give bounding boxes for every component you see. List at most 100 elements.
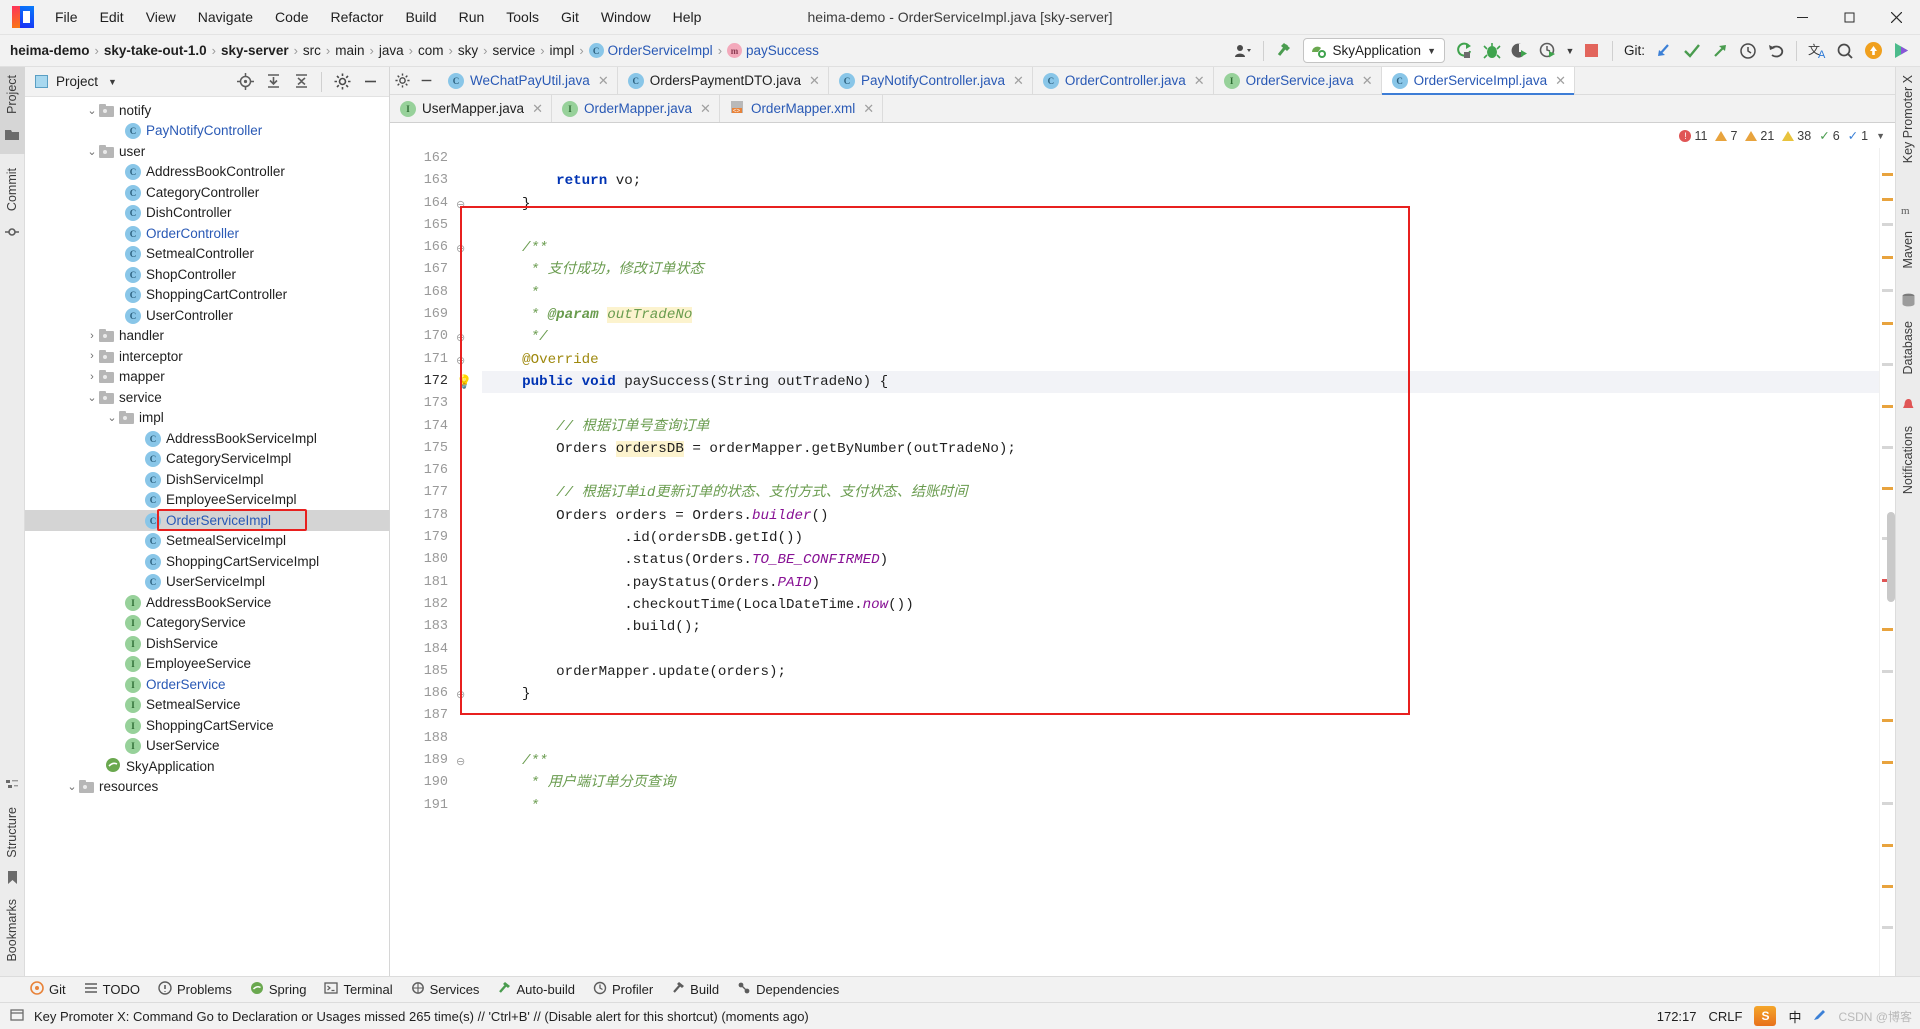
- code-line[interactable]: * 支付成功，修改订单状态: [482, 259, 1879, 281]
- code-editor[interactable]: 162 163 164 165 166 167 168 169 170 171 172 173 174 1…: [390, 148, 1895, 976]
- fold-marker-icon[interactable]: ⊖: [456, 243, 465, 255]
- tabs-gear-icon[interactable]: [390, 67, 414, 94]
- error-stripe-mark[interactable]: [1882, 669, 1893, 673]
- code-line[interactable]: orderMapper.update(orders);: [482, 661, 1879, 683]
- gutter-marker[interactable]: [456, 594, 482, 616]
- error-stripe-mark[interactable]: [1882, 222, 1893, 226]
- locate-icon[interactable]: [232, 70, 258, 94]
- code-line[interactable]: Orders orders = Orders.builder(): [482, 505, 1879, 527]
- tree-node-user[interactable]: ⌄ user: [25, 141, 389, 162]
- close-button[interactable]: [1873, 0, 1920, 34]
- chevron-right-icon[interactable]: ›: [85, 350, 99, 362]
- gear-icon[interactable]: [329, 70, 355, 94]
- menu-code[interactable]: Code: [264, 5, 319, 29]
- gutter-marker[interactable]: [456, 460, 482, 482]
- error-stripe-mark[interactable]: [1882, 446, 1893, 450]
- code-line[interactable]: [482, 215, 1879, 237]
- close-tab-icon[interactable]: ✕: [809, 73, 820, 89]
- gutter-marker[interactable]: [456, 705, 482, 727]
- project-tool-window[interactable]: Project ▼ ⌄ notify C PayNotifyController…: [25, 67, 390, 976]
- code-line[interactable]: public void paySuccess(String outTradeNo…: [482, 370, 1879, 394]
- code-line[interactable]: Orders ordersDB = orderMapper.getByNumbe…: [482, 438, 1879, 460]
- gutter-marker[interactable]: ⊖: [456, 683, 482, 705]
- editor-tab-usermapper-java[interactable]: I UserMapper.java ✕: [390, 95, 552, 122]
- project-panel-actions[interactable]: [232, 70, 383, 94]
- tree-node-dishservice[interactable]: I DishService: [25, 633, 389, 654]
- gutter-marker[interactable]: [456, 304, 482, 326]
- maximize-button[interactable]: [1826, 0, 1873, 34]
- code-line[interactable]: return vo;: [482, 170, 1879, 192]
- project-panel-header[interactable]: Project ▼: [25, 67, 389, 97]
- gutter-marker[interactable]: [456, 215, 482, 237]
- tree-node-orderservice[interactable]: I OrderService: [25, 674, 389, 695]
- code-line[interactable]: }: [482, 683, 1879, 705]
- breadcrumb-sky-server[interactable]: sky-server: [221, 43, 289, 58]
- tree-node-skyapplication[interactable]: SkyApplication: [25, 756, 389, 777]
- run-icon[interactable]: [1451, 39, 1477, 63]
- error-stripe-mark[interactable]: [1882, 884, 1893, 888]
- code-line[interactable]: * 用户端订单分页查询: [482, 772, 1879, 794]
- tree-node-categorycontroller[interactable]: C CategoryController: [25, 182, 389, 203]
- tree-node-userservice[interactable]: I UserService: [25, 736, 389, 757]
- breadcrumb-main[interactable]: main: [335, 43, 364, 58]
- tool-window-git[interactable]: Git: [30, 981, 66, 998]
- editor-tab-paynotifycontroller-java[interactable]: C PayNotifyController.java ✕: [828, 67, 1033, 94]
- translate-icon[interactable]: 文A: [1804, 39, 1830, 63]
- tree-node-shoppingcartcontroller[interactable]: C ShoppingCartController: [25, 285, 389, 306]
- line-separator[interactable]: CRLF: [1709, 1009, 1743, 1024]
- gutter-marker[interactable]: [456, 170, 482, 192]
- error-stripe-mark[interactable]: [1882, 843, 1893, 847]
- tree-node-shoppingcartservice[interactable]: I ShoppingCartService: [25, 715, 389, 736]
- close-tab-icon[interactable]: ✕: [1362, 73, 1373, 89]
- tool-window-terminal[interactable]: Terminal: [324, 981, 393, 998]
- fold-marker-icon[interactable]: ⊖: [456, 355, 465, 367]
- code-line[interactable]: */: [482, 326, 1879, 348]
- left-tool-rail[interactable]: Project Commit Structure Bookmarks: [0, 67, 25, 976]
- gutter-marker[interactable]: [456, 661, 482, 683]
- chevron-right-icon[interactable]: ›: [85, 330, 99, 342]
- gutter-marker[interactable]: [456, 728, 482, 750]
- bottom-tool-window-bar[interactable]: Git TODO Problems Spring Terminal Services Aut…: [0, 976, 1920, 1002]
- code-line[interactable]: /**: [482, 750, 1879, 772]
- git-history-icon[interactable]: [1735, 39, 1761, 63]
- git-push-icon[interactable]: [1707, 39, 1733, 63]
- code-line[interactable]: /**: [482, 237, 1879, 259]
- editor-tab-orderservice-java[interactable]: I OrderService.java ✕: [1213, 67, 1382, 94]
- error-stripe-mark[interactable]: [1882, 404, 1893, 408]
- menu-build[interactable]: Build: [394, 5, 447, 29]
- gutter-marker[interactable]: ⊖: [456, 326, 482, 348]
- tree-node-ordercontroller[interactable]: C OrderController: [25, 223, 389, 244]
- breadcrumb-orderserviceimpl[interactable]: C OrderServiceImpl: [588, 43, 713, 58]
- error-stripe-mark[interactable]: [1882, 487, 1893, 491]
- git-commit-icon[interactable]: [1679, 39, 1705, 63]
- inspection-warnings-3[interactable]: 38: [1782, 129, 1811, 143]
- rail-item-commit[interactable]: Commit: [3, 160, 21, 245]
- chevron-down-icon[interactable]: ⌄: [85, 104, 99, 117]
- code-line[interactable]: .status(Orders.TO_BE_CONFIRMED): [482, 549, 1879, 571]
- tree-node-interceptor[interactable]: › interceptor: [25, 346, 389, 367]
- tree-node-setmealcontroller[interactable]: C SetmealController: [25, 244, 389, 265]
- window-controls[interactable]: [1779, 0, 1920, 34]
- code-line[interactable]: * @param outTradeNo: [482, 304, 1879, 326]
- person-dropdown-icon[interactable]: [1230, 39, 1256, 63]
- chevron-down-icon[interactable]: ⌄: [85, 391, 99, 404]
- gutter-marker[interactable]: [456, 616, 482, 638]
- gutter-marker[interactable]: [456, 772, 482, 794]
- editor-tab-wechatpayutil-java[interactable]: C WeChatPayUtil.java ✕: [438, 67, 618, 94]
- menu-git[interactable]: Git: [550, 5, 590, 29]
- git-update-icon[interactable]: [1651, 39, 1677, 63]
- tree-node-employeeservice[interactable]: I EmployeeService: [25, 654, 389, 675]
- profiler-dropdown-icon[interactable]: ▼: [1563, 39, 1577, 63]
- code-line[interactable]: *: [482, 795, 1879, 817]
- status-right-group[interactable]: 172:17 CRLF S 中 CSDN @博客: [1657, 1006, 1912, 1026]
- gutter-marker[interactable]: 💡: [456, 371, 482, 393]
- error-stripe-mark[interactable]: [1882, 802, 1893, 806]
- code-line[interactable]: [482, 639, 1879, 661]
- breadcrumb-sky-take-out[interactable]: sky-take-out-1.0: [104, 43, 207, 58]
- close-tab-icon[interactable]: ✕: [1555, 73, 1566, 89]
- fold-marker-icon[interactable]: ⊖: [456, 332, 465, 344]
- menu-file[interactable]: File: [44, 5, 89, 29]
- chevron-right-icon[interactable]: ›: [85, 371, 99, 383]
- error-stripe-mark[interactable]: [1882, 288, 1893, 292]
- inspection-summary-bar[interactable]: ! 11 7 21 38 ✓ 6 ✓ 1 ▼: [390, 123, 1895, 148]
